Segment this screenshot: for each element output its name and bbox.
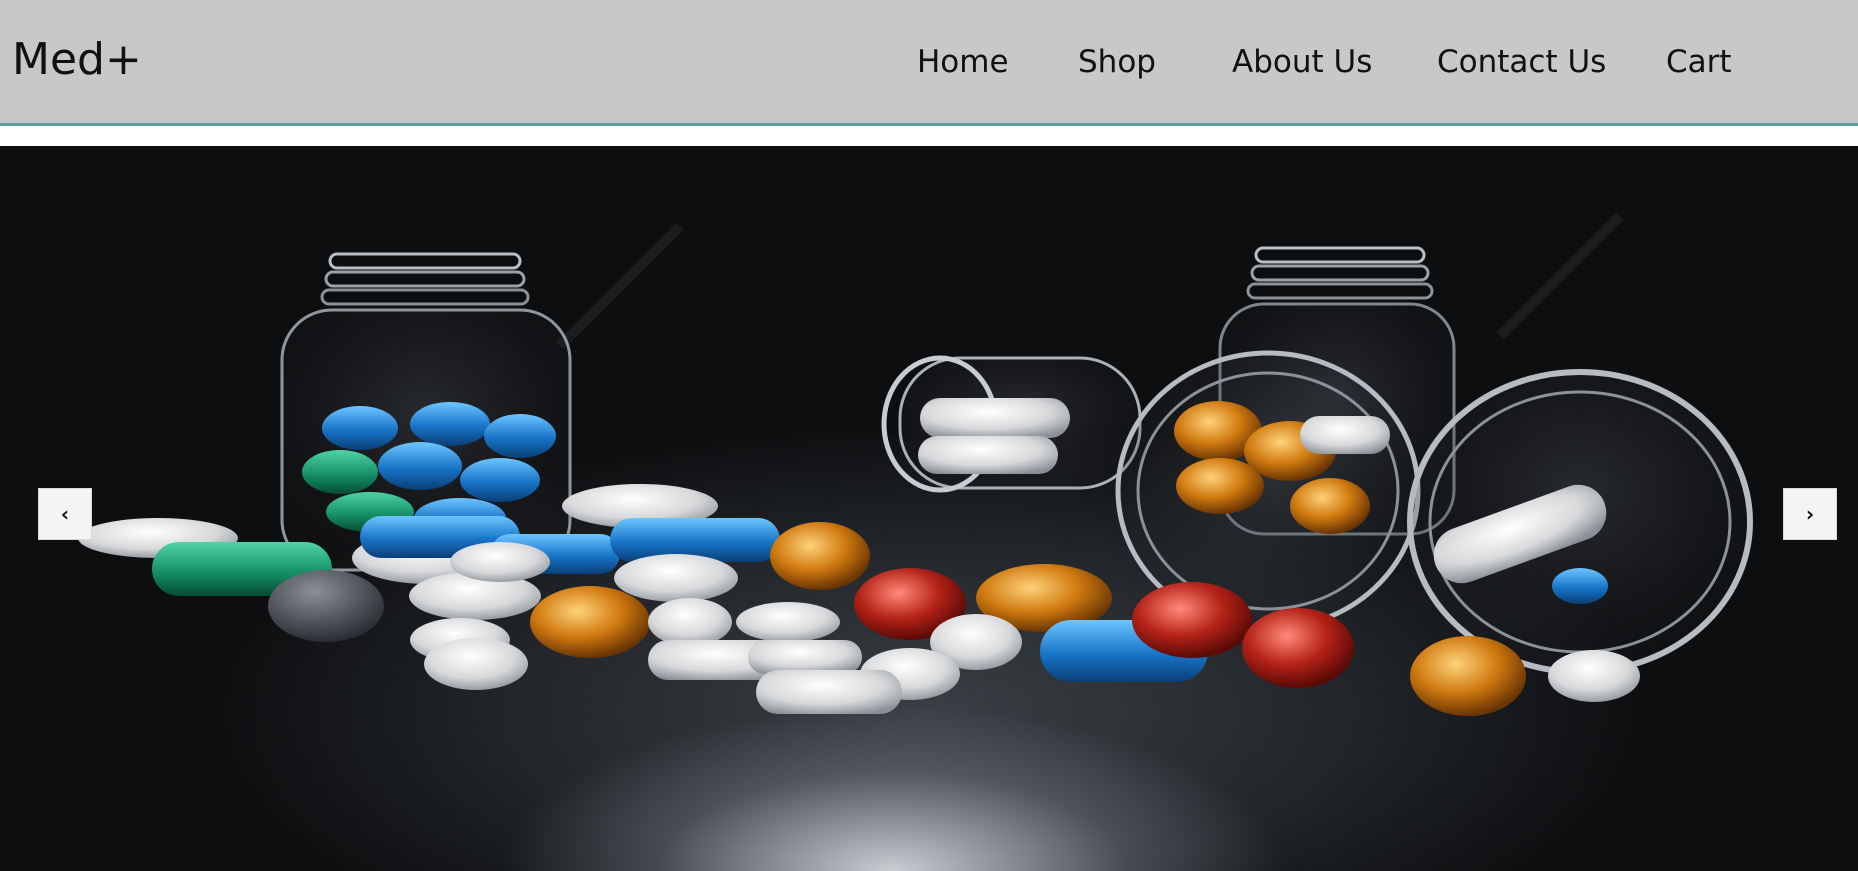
nav-links: Home Shop About Us Contact Us Cart — [0, 44, 1858, 84]
nav-about-link[interactable]: About Us — [1232, 44, 1372, 80]
glass-jar-tipped-1 — [881, 355, 1142, 493]
nav-home-link[interactable]: Home — [917, 44, 1009, 80]
chevron-right-icon: › — [1805, 502, 1815, 526]
carousel-prev-button[interactable]: ‹ — [38, 488, 92, 540]
hero-carousel: ‹ › — [0, 146, 1858, 871]
chevron-left-icon: ‹ — [60, 502, 70, 526]
carousel-next-button[interactable]: › — [1783, 488, 1837, 540]
navbar: Med+ Home Shop About Us Contact Us Cart — [0, 0, 1858, 126]
nav-contact-link[interactable]: Contact Us — [1437, 44, 1606, 80]
nav-shop-link[interactable]: Shop — [1078, 44, 1156, 80]
carousel-slide-image — [78, 212, 1753, 716]
glass-jar-tipped-3 — [1407, 369, 1753, 675]
watermark — [556, 212, 1624, 350]
nav-cart-link[interactable]: Cart — [1666, 44, 1732, 80]
